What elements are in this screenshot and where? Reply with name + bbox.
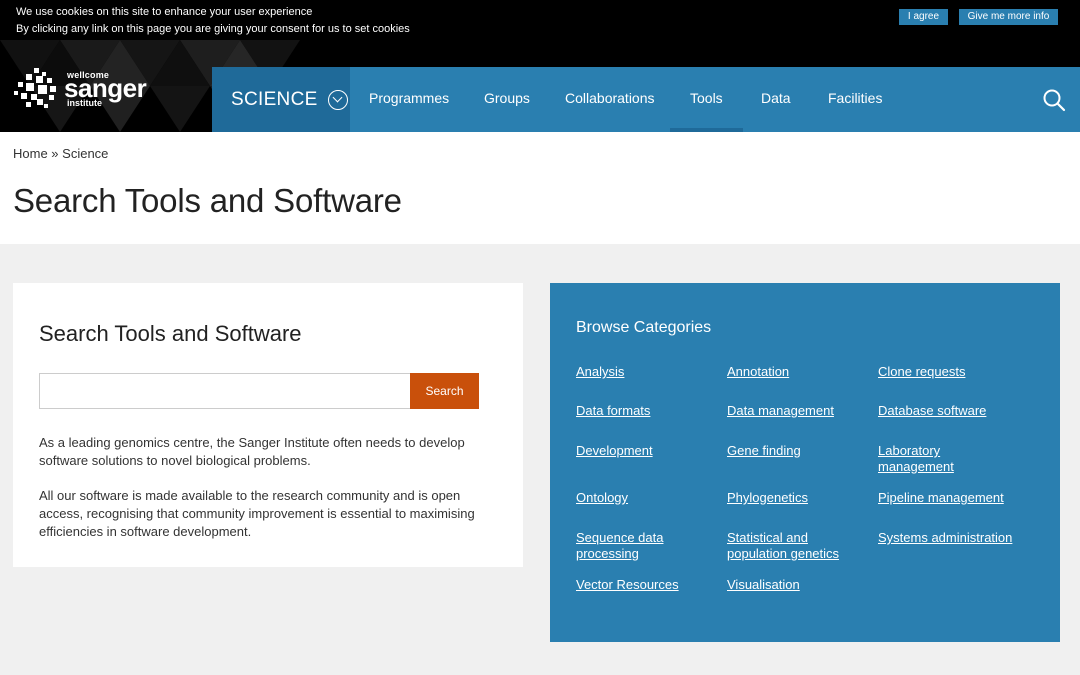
category-link-statistical-and-population-genetics[interactable]: Statistical and population genetics bbox=[727, 530, 852, 562]
cookie-line-2: By clicking any link on this page you ar… bbox=[16, 23, 410, 35]
category-link-laboratory-management[interactable]: Laboratory management bbox=[878, 443, 978, 475]
category-link-ontology[interactable]: Ontology bbox=[576, 490, 716, 506]
category-link-analysis[interactable]: Analysis bbox=[576, 364, 716, 380]
page-title: Search Tools and Software bbox=[13, 182, 402, 219]
browse-categories-title: Browse Categories bbox=[576, 319, 712, 336]
category-link-database-software[interactable]: Database software bbox=[878, 403, 1018, 419]
nav-science-dropdown[interactable]: SCIENCE bbox=[212, 67, 350, 132]
category-link-development[interactable]: Development bbox=[576, 443, 716, 459]
search-card: Search Tools and Software Search As a le… bbox=[13, 283, 523, 567]
category-link-vector-resources[interactable]: Vector Resources bbox=[576, 577, 716, 593]
cookie-more-info-button[interactable]: Give me more info bbox=[959, 9, 1058, 25]
category-link-systems-administration[interactable]: Systems administration bbox=[878, 530, 1038, 546]
chevron-down-icon[interactable] bbox=[327, 89, 348, 110]
cookie-text: We use cookies on this site to enhance y… bbox=[16, 4, 410, 38]
intro-paragraph-2: All our software is made available to th… bbox=[39, 488, 475, 539]
category-link-annotation[interactable]: Annotation bbox=[727, 364, 867, 380]
search-card-title: Search Tools and Software bbox=[39, 321, 302, 346]
logo-institute-text: institute bbox=[67, 98, 102, 108]
category-link-data-management[interactable]: Data management bbox=[727, 403, 867, 419]
category-link-phylogenetics[interactable]: Phylogenetics bbox=[727, 490, 867, 506]
intro-paragraph-1: As a leading genomics centre, the Sanger… bbox=[39, 435, 465, 468]
breadcrumb-separator: » bbox=[47, 146, 63, 161]
search-input[interactable] bbox=[39, 373, 411, 409]
breadcrumb-home-link[interactable]: Home bbox=[13, 146, 48, 161]
sanger-logo[interactable]: wellcome sanger institute bbox=[12, 66, 162, 114]
category-link-clone-requests[interactable]: Clone requests bbox=[878, 364, 1018, 380]
nav-item-facilities[interactable]: Facilities bbox=[828, 67, 882, 132]
category-link-pipeline-management[interactable]: Pipeline management bbox=[878, 490, 1038, 506]
page-header: Home » Science Search Tools and Software bbox=[0, 132, 1080, 244]
nav-item-groups[interactable]: Groups bbox=[484, 67, 530, 132]
browse-categories-card: Browse Categories Analysis Annotation Cl… bbox=[550, 283, 1060, 642]
breadcrumb-science-link[interactable]: Science bbox=[62, 146, 108, 161]
search-button[interactable]: Search bbox=[410, 373, 479, 409]
nav-item-data[interactable]: Data bbox=[761, 67, 791, 132]
cookie-line-1: We use cookies on this site to enhance y… bbox=[16, 6, 313, 18]
breadcrumb: Home » Science bbox=[13, 146, 108, 161]
category-link-sequence-data-processing[interactable]: Sequence data processing bbox=[576, 530, 686, 562]
nav-item-programmes[interactable]: Programmes bbox=[369, 67, 449, 132]
nav-item-collaborations[interactable]: Collaborations bbox=[565, 67, 655, 132]
category-link-data-formats[interactable]: Data formats bbox=[576, 403, 716, 419]
search-icon[interactable] bbox=[1042, 88, 1066, 112]
logo-mark-icon bbox=[14, 68, 56, 108]
cookie-agree-button[interactable]: I agree bbox=[899, 9, 948, 25]
category-link-visualisation[interactable]: Visualisation bbox=[727, 577, 867, 593]
main-navigation: SCIENCE Programmes Groups Collaborations… bbox=[212, 67, 1080, 132]
cookie-banner: We use cookies on this site to enhance y… bbox=[0, 0, 1080, 40]
nav-science-label: SCIENCE bbox=[231, 88, 318, 110]
category-link-gene-finding[interactable]: Gene finding bbox=[727, 443, 867, 459]
nav-item-tools[interactable]: Tools bbox=[670, 67, 743, 132]
